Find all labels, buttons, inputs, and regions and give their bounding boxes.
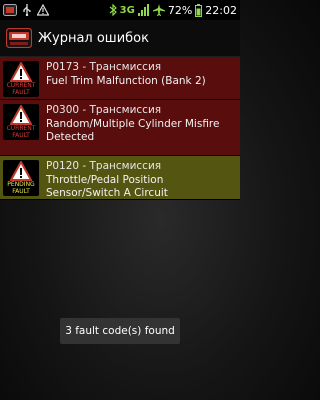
warning-triangle-icon bbox=[10, 161, 32, 181]
fault-description: Random/Multiple Cylinder Misfire Detecte… bbox=[46, 118, 220, 143]
fault-status-badge: CURRENT FAULT bbox=[3, 61, 39, 97]
warning-triangle-icon bbox=[10, 105, 32, 125]
network-type: 3G bbox=[119, 4, 135, 16]
list-item[interactable]: PENDING FAULT P0120 - Трансмиссия Thrott… bbox=[0, 156, 240, 200]
fault-list: CURRENT FAULT P0173 - Трансмиссия Fuel T… bbox=[0, 57, 240, 200]
page-title: Журнал ошибок bbox=[38, 30, 149, 46]
action-bar: Журнал ошибок bbox=[0, 20, 240, 57]
badge-label-line1: PENDING bbox=[7, 181, 35, 188]
warning-icon bbox=[37, 4, 49, 16]
toast-message: 3 fault code(s) found bbox=[60, 318, 180, 344]
signal-icon bbox=[137, 4, 150, 16]
list-item[interactable]: CURRENT FAULT P0173 - Трансмиссия Fuel T… bbox=[0, 57, 240, 100]
fault-status-badge: CURRENT FAULT bbox=[3, 104, 39, 140]
airplane-icon bbox=[152, 4, 165, 16]
badge-label-line2: FAULT bbox=[12, 89, 30, 96]
clock: 22:02 bbox=[205, 3, 237, 17]
usb-icon bbox=[21, 4, 33, 16]
badge-label-line2: FAULT bbox=[12, 132, 30, 139]
list-item[interactable]: CURRENT FAULT P0300 - Трансмиссия Random… bbox=[0, 100, 240, 156]
fault-code: P0300 - Трансмиссия bbox=[46, 104, 162, 116]
badge-label-line1: CURRENT bbox=[6, 82, 36, 89]
fault-code: P0173 - Трансмиссия bbox=[46, 61, 162, 73]
status-bar: 3G 72% 22:02 bbox=[0, 0, 240, 20]
app-notification-icon bbox=[3, 4, 17, 16]
bluetooth-icon bbox=[109, 4, 117, 16]
fault-status-badge: PENDING FAULT bbox=[3, 160, 39, 196]
battery-icon bbox=[195, 3, 203, 17]
fault-code: P0120 - Трансмиссия bbox=[46, 160, 162, 172]
badge-label-line1: CURRENT bbox=[6, 125, 36, 132]
fault-description: Fuel Trim Malfunction (Bank 2) bbox=[46, 75, 206, 87]
battery-percent: 72% bbox=[167, 3, 193, 17]
app-logo-icon[interactable] bbox=[5, 27, 33, 49]
fault-description: Throttle/Pedal Position Sensor/Switch A … bbox=[46, 174, 168, 199]
warning-triangle-icon bbox=[10, 62, 32, 82]
badge-label-line2: FAULT bbox=[12, 188, 30, 195]
